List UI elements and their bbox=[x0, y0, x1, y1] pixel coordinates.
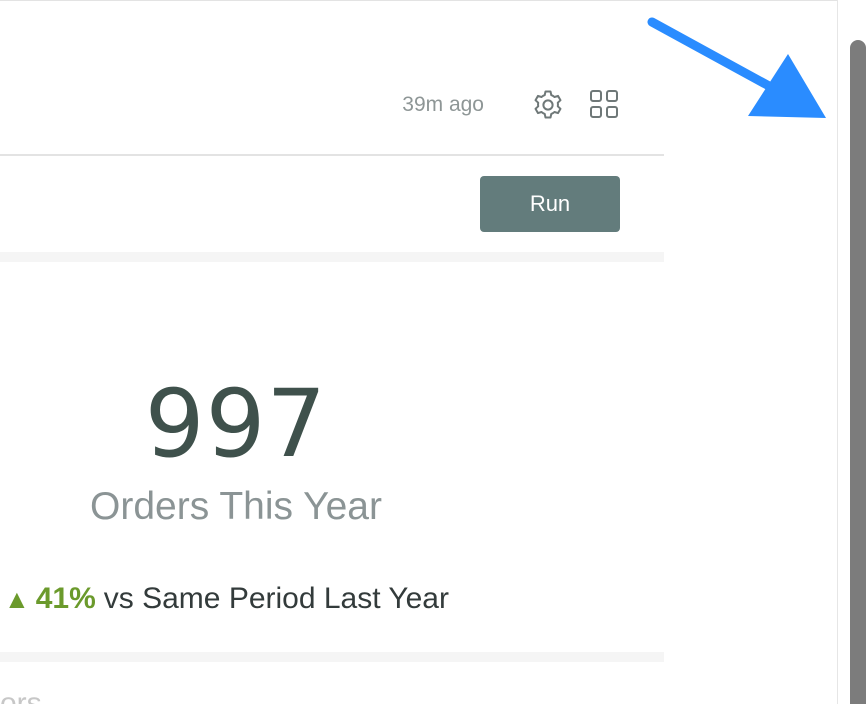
metric-comparison: ▲ 41% vs Same Period Last Year bbox=[4, 578, 449, 620]
up-arrow-icon: ▲ bbox=[4, 584, 30, 614]
comparison-text: vs Same Period Last Year bbox=[103, 582, 449, 615]
header-divider bbox=[0, 154, 664, 156]
dashboard-page: 39m ago Run 997 Orders This Year ▲ 41% vs … bbox=[0, 0, 868, 704]
annotation-arrow-icon bbox=[647, 17, 826, 118]
tile-separator-bottom bbox=[0, 652, 664, 662]
last-updated-timestamp: 39m ago bbox=[402, 93, 484, 116]
comparison-percent: 41% bbox=[35, 582, 96, 615]
tile-separator-top bbox=[0, 252, 664, 262]
tiles-icon[interactable] bbox=[588, 88, 620, 120]
metric-label: Orders This Year bbox=[90, 485, 382, 528]
scrollbar-thumb[interactable] bbox=[850, 40, 866, 704]
run-button[interactable]: Run bbox=[480, 176, 620, 232]
top-border bbox=[0, 0, 838, 1]
gear-icon[interactable] bbox=[530, 87, 566, 123]
next-tile-partial-label: ors bbox=[0, 687, 42, 704]
metric-value: 997 bbox=[144, 370, 328, 479]
